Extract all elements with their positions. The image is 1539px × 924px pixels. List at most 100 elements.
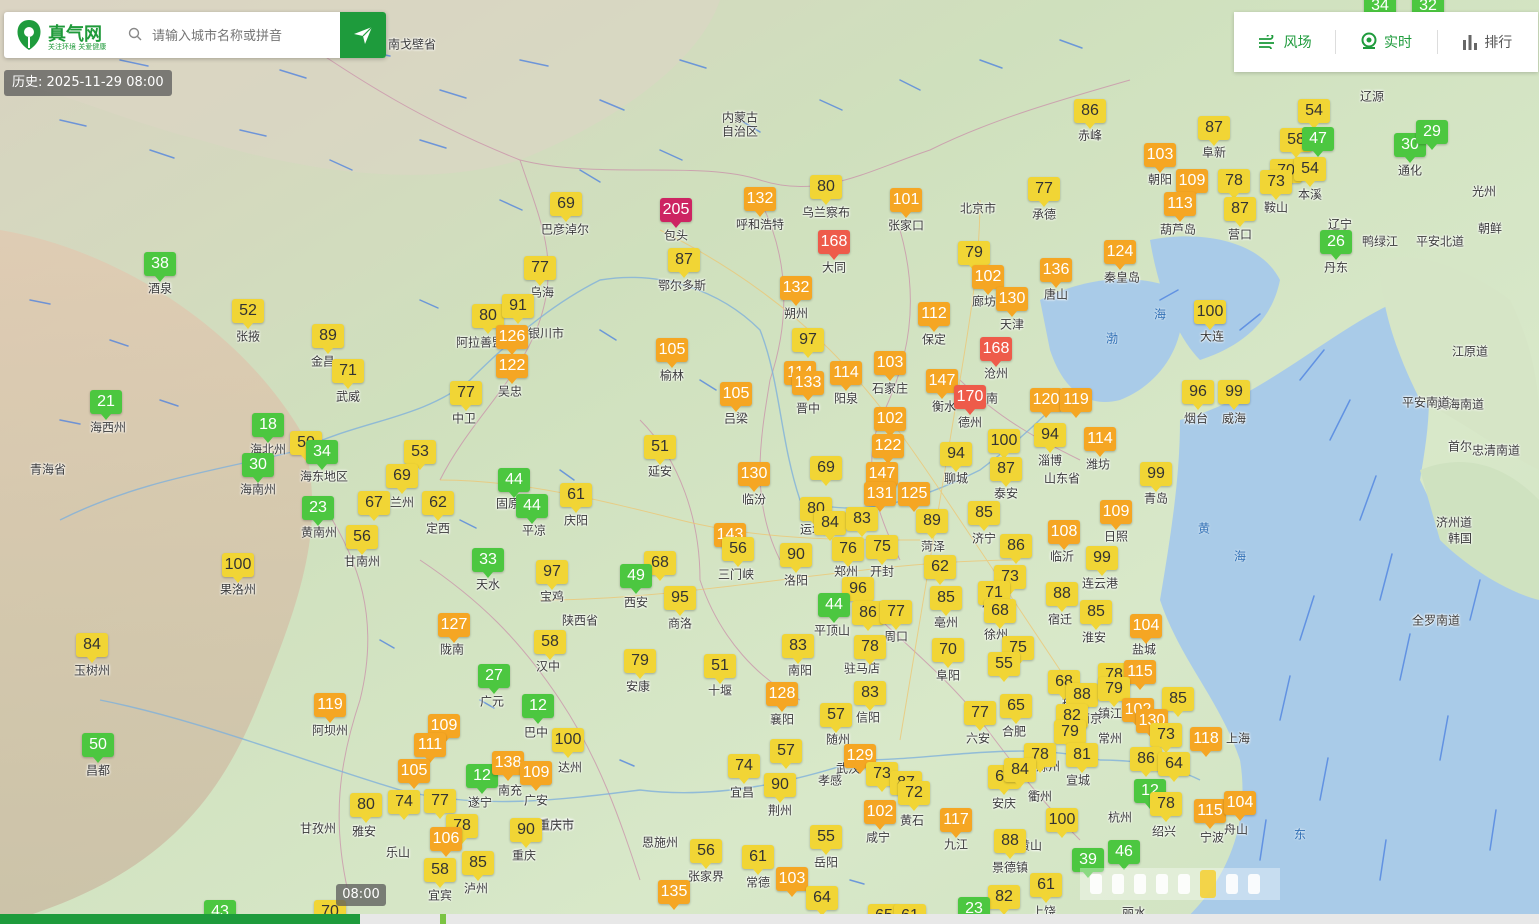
aqi-marker[interactable]: 56 — [346, 525, 378, 555]
aqi-marker[interactable]: 33 — [472, 548, 504, 578]
aqi-marker[interactable]: 97 — [792, 328, 824, 358]
aqi-marker[interactable]: 79 — [624, 649, 656, 679]
aqi-marker[interactable]: 130 — [738, 462, 770, 492]
aqi-marker[interactable]: 30 — [242, 453, 274, 483]
aqi-marker[interactable]: 27 — [478, 664, 510, 694]
aqi-marker[interactable]: 101 — [890, 188, 922, 218]
aqi-marker[interactable]: 78 — [1150, 792, 1182, 822]
aqi-marker[interactable]: 100 — [222, 553, 254, 583]
aqi-marker[interactable]: 77 — [1028, 177, 1060, 207]
aqi-marker[interactable]: 62 — [422, 491, 454, 521]
aqi-marker[interactable]: 170 — [954, 385, 986, 415]
aqi-marker[interactable]: 77 — [964, 701, 996, 731]
ranking-button[interactable]: 排行 — [1436, 12, 1538, 72]
aqi-marker[interactable]: 68 — [984, 599, 1016, 629]
aqi-marker[interactable]: 61 — [1030, 873, 1062, 903]
aqi-marker[interactable]: 133 — [792, 371, 824, 401]
aqi-marker[interactable]: 136 — [1040, 258, 1072, 288]
aqi-marker[interactable]: 103 — [1144, 143, 1176, 173]
aqi-marker[interactable]: 108 — [1048, 520, 1080, 550]
aqi-marker[interactable]: 21 — [90, 390, 122, 420]
aqi-marker[interactable]: 23 — [302, 496, 334, 526]
aqi-marker[interactable]: 74 — [728, 754, 760, 784]
aqi-marker[interactable]: 122 — [872, 434, 904, 464]
timeline-slider[interactable] — [0, 914, 1539, 924]
aqi-marker[interactable]: 55 — [810, 825, 842, 855]
aqi-marker[interactable]: 84 — [76, 633, 108, 663]
aqi-marker[interactable]: 57 — [770, 739, 802, 769]
aqi-marker[interactable]: 100 — [1194, 300, 1226, 330]
aqi-marker[interactable]: 94 — [1034, 423, 1066, 453]
city-search-input[interactable] — [150, 22, 340, 50]
aqi-marker[interactable]: 132 — [780, 276, 812, 306]
aqi-marker[interactable]: 52 — [232, 299, 264, 329]
aqi-marker[interactable]: 54 — [1294, 157, 1326, 187]
aqi-marker[interactable]: 64 — [1158, 752, 1190, 782]
aqi-marker[interactable]: 120 — [1030, 388, 1062, 418]
aqi-marker[interactable]: 113 — [1164, 192, 1196, 222]
aqi-marker[interactable]: 38 — [144, 252, 176, 282]
aqi-marker[interactable]: 130 — [996, 287, 1028, 317]
aqi-marker[interactable]: 100 — [1046, 808, 1078, 838]
aqi-marker[interactable]: 87 — [1198, 116, 1230, 146]
aqi-marker[interactable]: 127 — [438, 613, 470, 643]
aqi-marker[interactable]: 44 — [516, 494, 548, 524]
aqi-marker[interactable]: 83 — [854, 681, 886, 711]
aqi-marker[interactable]: 69 — [550, 192, 582, 222]
aqi-marker[interactable]: 105 — [656, 338, 688, 368]
aqi-marker[interactable]: 132 — [744, 187, 776, 217]
aqi-marker[interactable]: 85 — [1080, 600, 1112, 630]
aqi-marker[interactable]: 83 — [846, 507, 878, 537]
aqi-marker[interactable]: 109 — [1100, 500, 1132, 530]
aqi-marker[interactable]: 100 — [988, 429, 1020, 459]
aqi-marker[interactable]: 12 — [522, 694, 554, 724]
aqi-marker[interactable]: 114 — [830, 361, 862, 391]
aqi-marker[interactable]: 89 — [312, 324, 344, 354]
aqi-marker[interactable]: 106 — [430, 827, 462, 857]
aqi-marker[interactable]: 58 — [534, 630, 566, 660]
aqi-marker[interactable]: 77 — [880, 600, 912, 630]
aqi-marker[interactable]: 88 — [994, 829, 1026, 859]
aqi-marker[interactable]: 85 — [930, 586, 962, 616]
aqi-marker[interactable]: 85 — [462, 851, 494, 881]
aqi-marker[interactable]: 87 — [668, 248, 700, 278]
aqi-marker[interactable]: 81 — [1066, 743, 1098, 773]
aqi-marker[interactable]: 51 — [644, 435, 676, 465]
aqi-marker[interactable]: 205 — [660, 198, 692, 228]
aqi-marker[interactable]: 114 — [1084, 427, 1116, 457]
aqi-marker[interactable]: 76 — [832, 537, 864, 567]
aqi-marker[interactable]: 168 — [818, 230, 850, 260]
aqi-marker[interactable]: 70 — [932, 638, 964, 668]
aqi-marker[interactable]: 168 — [980, 337, 1012, 367]
aqi-marker[interactable]: 95 — [664, 586, 696, 616]
aqi-marker[interactable]: 119 — [314, 693, 346, 723]
aqi-marker[interactable]: 44 — [818, 593, 850, 623]
aqi-marker[interactable]: 85 — [968, 501, 1000, 531]
aqi-marker[interactable]: 69 — [386, 464, 418, 494]
aqi-marker[interactable]: 61 — [560, 483, 592, 513]
aqi-marker[interactable]: 91 — [502, 294, 534, 324]
aqi-marker[interactable]: 119 — [1060, 388, 1092, 418]
aqi-marker[interactable]: 71 — [332, 359, 364, 389]
aqi-marker[interactable]: 105 — [720, 382, 752, 412]
aqi-marker[interactable]: 77 — [524, 256, 556, 286]
aqi-marker[interactable]: 61 — [742, 845, 774, 875]
aqi-marker[interactable]: 90 — [510, 818, 542, 848]
aqi-marker[interactable]: 89 — [916, 509, 948, 539]
aqi-marker[interactable]: 88 — [1046, 582, 1078, 612]
aqi-marker[interactable]: 99 — [1140, 462, 1172, 492]
aqi-marker[interactable]: 86 — [1074, 99, 1106, 129]
aqi-marker[interactable]: 102 — [864, 800, 896, 830]
aqi-marker[interactable]: 126 — [496, 325, 528, 355]
aqi-marker[interactable]: 56 — [722, 537, 754, 567]
aqi-marker[interactable]: 105 — [398, 759, 430, 789]
aqi-marker[interactable]: 34 — [306, 440, 338, 470]
aqi-marker[interactable]: 73 — [1260, 170, 1292, 200]
aqi-marker[interactable]: 128 — [766, 682, 798, 712]
aqi-marker[interactable]: 112 — [918, 302, 950, 332]
aqi-marker[interactable]: 115 — [1194, 799, 1226, 829]
aqi-marker[interactable]: 26 — [1320, 230, 1352, 260]
aqi-marker[interactable]: 54 — [1298, 99, 1330, 129]
aqi-marker[interactable]: 96 — [1182, 380, 1214, 410]
aqi-marker[interactable]: 72 — [898, 781, 930, 811]
